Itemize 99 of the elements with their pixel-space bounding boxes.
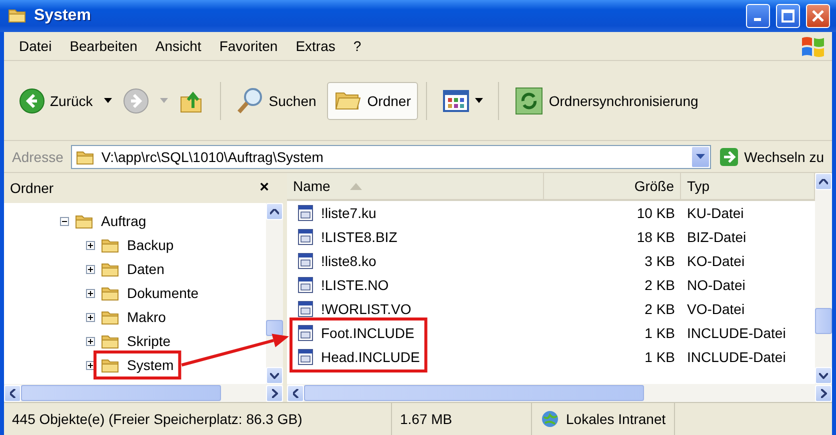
file-size: 3 KB (644, 253, 676, 269)
file-icon (297, 276, 315, 294)
file-type: INCLUDE-Datei (686, 349, 787, 365)
vertical-scrollbar[interactable] (266, 203, 283, 384)
expand-icon[interactable] (86, 288, 95, 298)
scroll-left-icon[interactable] (292, 388, 298, 398)
scroll-right-icon[interactable] (820, 388, 826, 398)
folder-icon (101, 309, 121, 325)
file-icon (297, 348, 315, 366)
globe-icon (540, 409, 560, 429)
folder-icon (75, 213, 95, 229)
file-name[interactable]: Foot.INCLUDE (321, 325, 414, 341)
file-type: BIZ-Datei (686, 229, 748, 245)
tree-item[interactable]: Backup (127, 237, 174, 253)
status-text: 445 Objekte(e) (Freier Speicherplatz: 86.3 GB) (4, 403, 392, 435)
column-header[interactable]: Name (287, 173, 544, 199)
folder-icon (101, 357, 121, 373)
file-name[interactable]: !LISTE.NO (321, 277, 389, 293)
file-size: 2 KB (644, 301, 676, 317)
menu-item[interactable]: Bearbeiten (60, 36, 146, 56)
file-icon (297, 204, 315, 222)
expand-icon[interactable] (86, 360, 95, 370)
file-name[interactable]: !LISTE8.BIZ (321, 229, 398, 245)
address-label: Adresse (11, 148, 64, 164)
expand-icon[interactable] (86, 264, 95, 274)
tree-item[interactable]: Daten (127, 261, 164, 277)
file-type: KU-Datei (686, 205, 745, 221)
zone-label: Lokales Intranet (566, 411, 666, 427)
search-icon (236, 86, 264, 114)
dropdown-caret-icon[interactable] (104, 98, 112, 104)
folder-icon (101, 261, 121, 277)
scroll-up-icon[interactable] (270, 208, 279, 214)
menu-item[interactable]: Favoriten (210, 36, 287, 56)
scroll-left-icon[interactable] (10, 388, 16, 398)
caret-icon[interactable] (474, 98, 483, 104)
file-icon (297, 300, 315, 318)
scroll-thumb[interactable] (266, 320, 283, 336)
pane-title: Ordner (10, 180, 55, 196)
horizontal-scrollbar[interactable] (4, 384, 283, 402)
maximize-button[interactable] (776, 4, 800, 28)
horizontal-scrollbar[interactable] (287, 384, 832, 402)
menu-item[interactable]: ? (344, 36, 370, 56)
tree-item[interactable]: Skripte (127, 333, 171, 349)
file-icon (297, 252, 315, 270)
window-title: System (34, 7, 92, 25)
folder-icon (101, 237, 121, 253)
file-size: 2 KB (644, 277, 676, 293)
status-size: 1.67 MB (392, 403, 532, 435)
scroll-thumb[interactable] (304, 385, 644, 401)
address-field[interactable]: V:\app\rc\SQL\1010\Auftrag\System (71, 144, 712, 168)
file-size: 18 KB (636, 229, 676, 245)
file-size: 1 KB (644, 349, 676, 365)
close-pane-button[interactable]: × (252, 179, 277, 197)
go-button[interactable]: Wechseln zu (715, 146, 828, 166)
tree-item[interactable]: Auftrag (101, 213, 146, 229)
expand-icon[interactable] (86, 312, 95, 322)
file-name[interactable]: !WORLIST.VO (321, 301, 412, 317)
menu-item[interactable]: Datei (10, 36, 61, 56)
file-size: 10 KB (636, 205, 676, 221)
folder-icon (76, 148, 96, 164)
scroll-up-icon[interactable] (819, 178, 828, 184)
expand-icon[interactable] (86, 336, 95, 346)
folder-icon (101, 285, 121, 301)
dropdown-button[interactable] (691, 146, 710, 168)
file-type: INCLUDE-Datei (686, 325, 787, 341)
file-type: KO-Datei (686, 253, 746, 269)
menu-item[interactable]: Extras (286, 36, 344, 56)
toolbar-button[interactable]: Suchen (228, 82, 324, 120)
file-size: 1 KB (644, 325, 676, 341)
scroll-down-icon[interactable] (819, 372, 828, 378)
back-button[interactable]: Zurück (12, 82, 100, 118)
tree-item[interactable]: System (127, 357, 174, 373)
minimize-button[interactable] (746, 4, 770, 28)
file-name[interactable]: !liste7.ku (321, 205, 376, 221)
vertical-scrollbar[interactable] (815, 173, 832, 384)
scroll-thumb[interactable] (21, 385, 221, 401)
menu-item[interactable]: Ansicht (146, 36, 210, 56)
file-name[interactable]: Head.INCLUDE (321, 349, 420, 365)
four-color-flag-icon (800, 34, 826, 58)
tree-item[interactable]: Makro (127, 309, 166, 325)
file-icon (297, 324, 315, 342)
scroll-thumb[interactable] (815, 308, 832, 334)
toolbar-button[interactable]: Ordner (327, 82, 418, 120)
maximize-icon[interactable] (781, 9, 795, 23)
close-button[interactable] (806, 4, 830, 28)
column-header[interactable]: Größe (544, 173, 681, 199)
scroll-down-icon[interactable] (270, 372, 279, 378)
scroll-right-icon[interactable] (272, 388, 278, 398)
file-type: NO-Datei (686, 277, 746, 293)
file-icon (297, 228, 315, 246)
collapse-icon[interactable] (60, 216, 69, 226)
expand-icon[interactable] (86, 240, 95, 250)
close-icon[interactable] (811, 9, 825, 23)
file-name[interactable]: !liste8.ko (321, 253, 376, 269)
tree-item[interactable]: Dokumente (127, 285, 199, 301)
file-type: VO-Datei (686, 301, 746, 317)
toolbar-button[interactable]: Ordnersynchronisierung (506, 80, 706, 120)
sync-icon (514, 86, 544, 116)
folder-icon (101, 333, 121, 349)
